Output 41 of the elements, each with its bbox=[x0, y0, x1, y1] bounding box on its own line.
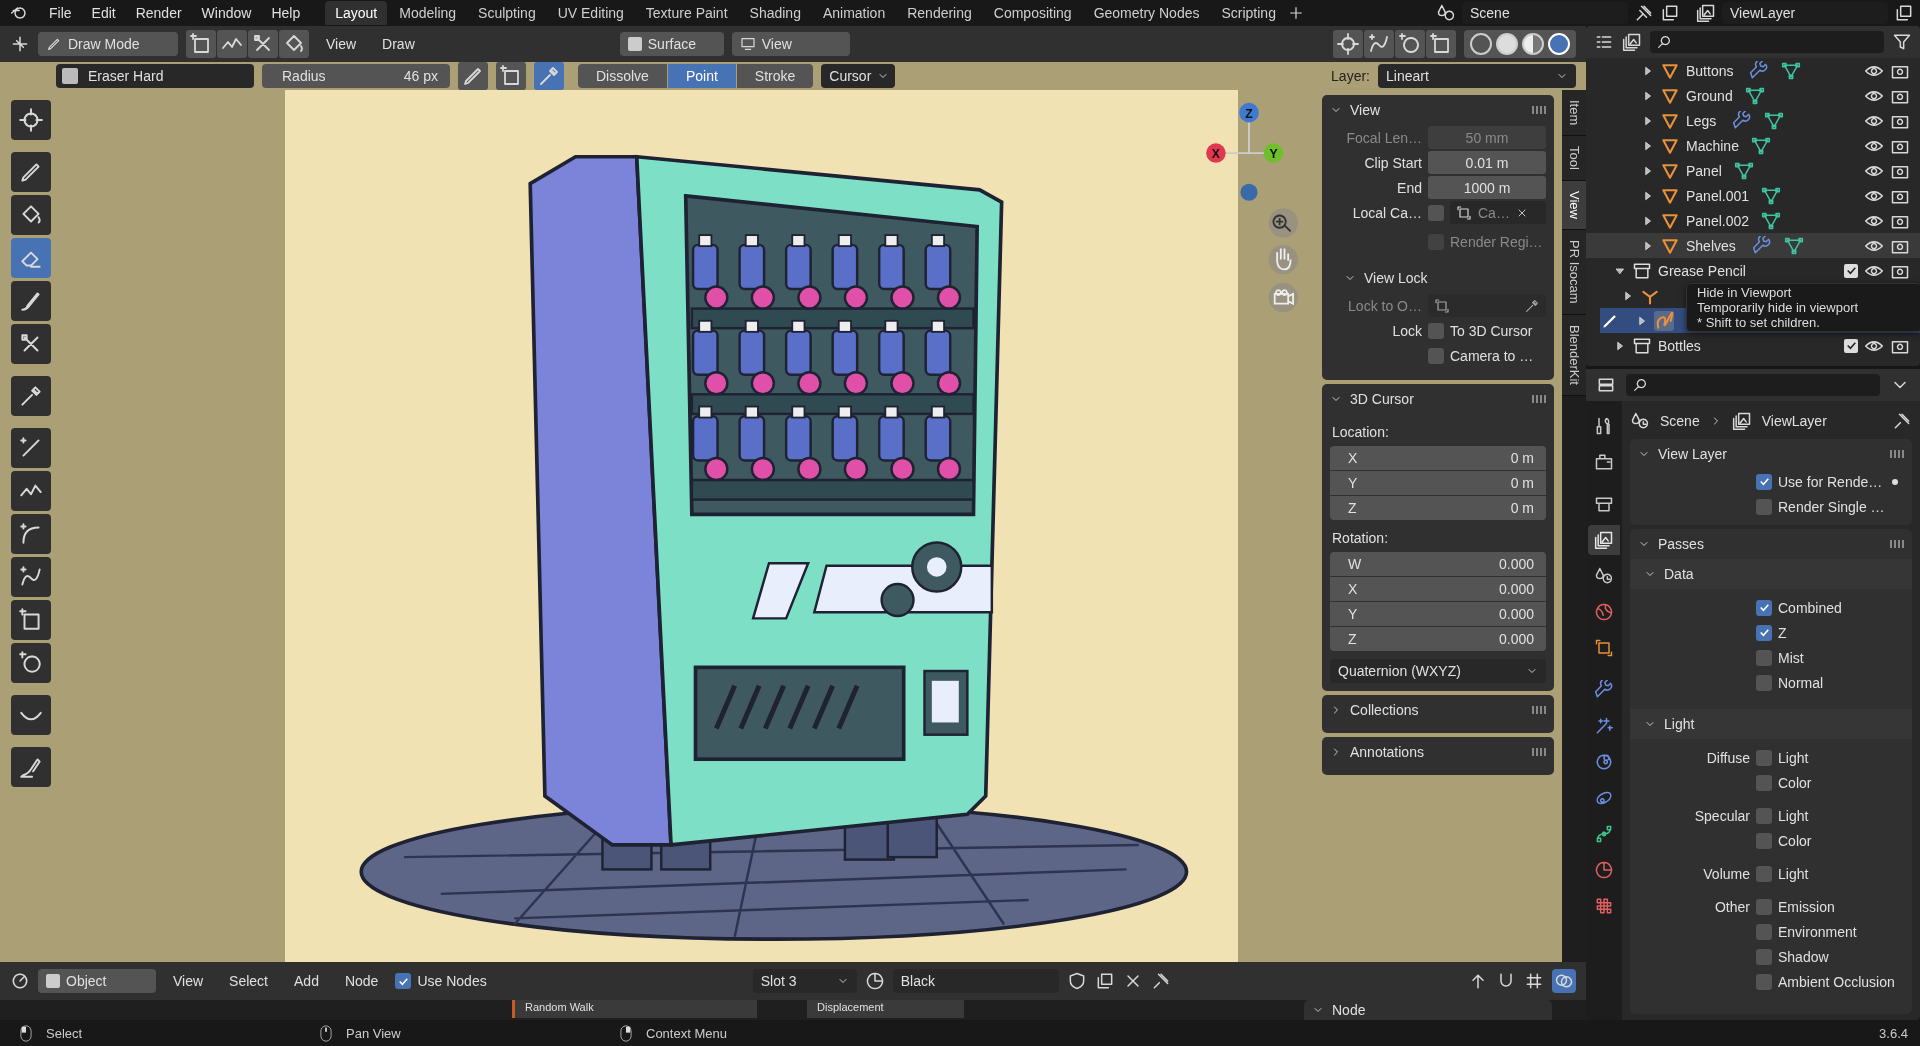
field-label: Focal Len… bbox=[1346, 129, 1422, 146]
breadcrumb-item: Scene bbox=[1660, 413, 1700, 429]
checkbox-label: Combined bbox=[1778, 599, 1842, 616]
checkbox-label: Normal bbox=[1778, 674, 1824, 691]
tooltip-text: Temporarily hide in viewport bbox=[1697, 300, 1860, 315]
layer-label: Layer: bbox=[1331, 68, 1370, 84]
section-label: Location: bbox=[1331, 423, 1390, 442]
checkbox-label: Mist bbox=[1778, 649, 1804, 666]
checkbox-label: Use Nodes bbox=[417, 973, 487, 989]
version-label: 3.6.4 bbox=[1879, 1025, 1908, 1041]
checkbox-label: Use for Rende… bbox=[1778, 473, 1883, 490]
breadcrumb-item: ViewLayer bbox=[1761, 413, 1827, 429]
checkbox-label: Color bbox=[1778, 774, 1812, 791]
group-label: Diffuse bbox=[1706, 749, 1750, 766]
checkbox-label: Light bbox=[1778, 749, 1809, 766]
status-hint: Context Menu bbox=[646, 1025, 727, 1041]
group-label: Other bbox=[1715, 898, 1750, 915]
group-label: Specular bbox=[1694, 807, 1750, 824]
field-label: End bbox=[1397, 179, 1422, 196]
checkbox-label: Shadow bbox=[1778, 948, 1829, 965]
status-hint: Select bbox=[46, 1025, 83, 1041]
checkbox-label: Environment bbox=[1778, 923, 1857, 940]
checkbox-label: To 3D Cursor bbox=[1450, 322, 1533, 339]
checkbox-label: Ambient Occlusion bbox=[1778, 973, 1895, 990]
field-label: Clip Start bbox=[1364, 154, 1422, 171]
field-label: Lock to O… bbox=[1348, 297, 1422, 314]
field-label: Local Ca… bbox=[1352, 204, 1422, 221]
checkbox-label: Color bbox=[1778, 832, 1812, 849]
checkbox-label: Light bbox=[1778, 807, 1809, 824]
tooltip-text: * Shift to set children. bbox=[1697, 315, 1821, 330]
group-label: Volume bbox=[1703, 865, 1750, 882]
checkbox-label: Light bbox=[1778, 865, 1809, 882]
checkbox-label: Z bbox=[1778, 624, 1787, 641]
field-label: Lock bbox=[1392, 322, 1422, 339]
checkbox-label: Emission bbox=[1778, 898, 1835, 915]
section-label: Rotation: bbox=[1331, 529, 1390, 548]
status-hint: Pan View bbox=[346, 1025, 401, 1041]
tooltip-title: Hide in Viewport bbox=[1697, 285, 1793, 300]
checkbox-label: Camera to … bbox=[1450, 347, 1534, 364]
checkbox-label: Render Regi… bbox=[1450, 234, 1543, 250]
checkbox-label: Render Single … bbox=[1778, 498, 1885, 515]
